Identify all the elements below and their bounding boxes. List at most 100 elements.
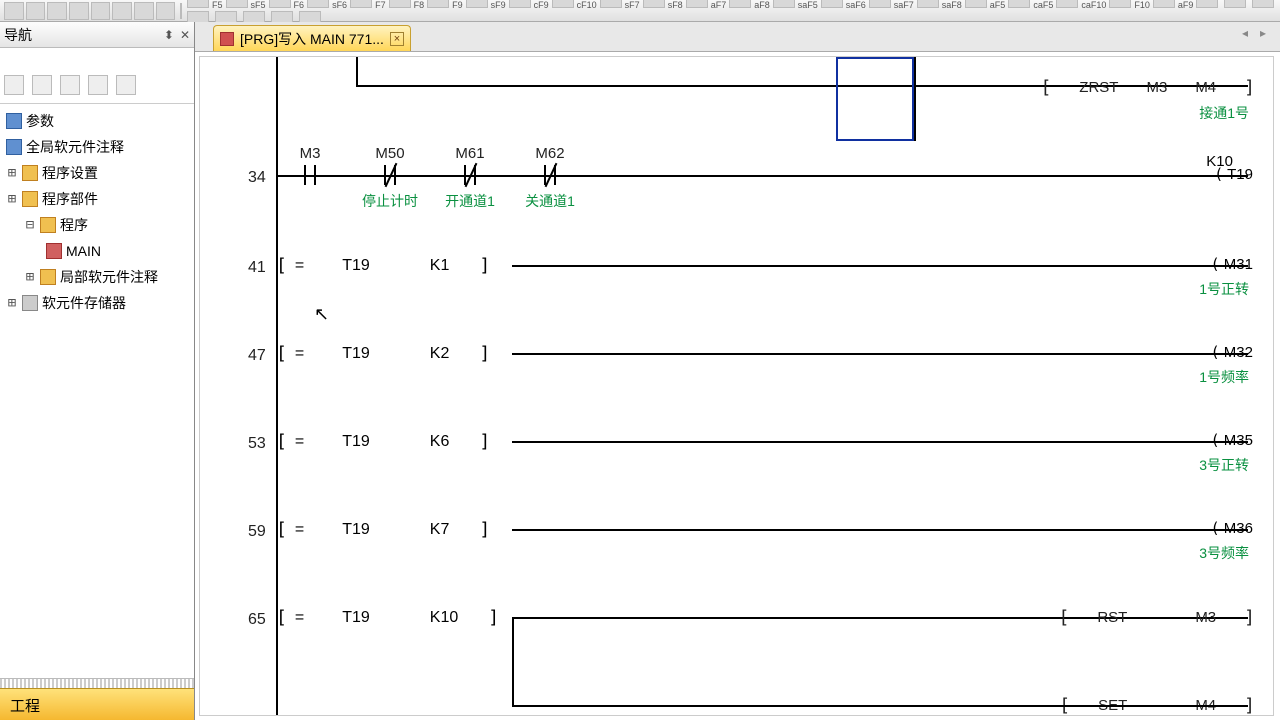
tab-next-icon[interactable]: ▸ [1260, 26, 1274, 40]
toolbar-button[interactable] [91, 2, 111, 20]
tree-label: 全局软元件注释 [26, 134, 124, 160]
program-icon [220, 32, 234, 46]
fkey-button[interactable] [1056, 0, 1078, 8]
output-coil[interactable]: ( M31 [1211, 255, 1253, 273]
comment-label: 停止计时 [355, 191, 425, 211]
resize-grip[interactable] [0, 678, 194, 688]
step-number: 65 [248, 611, 266, 629]
tree-item[interactable]: MAIN [2, 238, 192, 264]
toolbar-button[interactable] [26, 2, 46, 20]
fkey-button[interactable] [509, 0, 531, 8]
output-coil[interactable]: ( M35 [1211, 431, 1253, 449]
fkey-button[interactable] [1196, 0, 1218, 8]
fkey-button[interactable] [1224, 0, 1246, 8]
nav-tool-button[interactable] [116, 75, 136, 95]
toolbar-button[interactable] [134, 2, 154, 20]
expand-icon[interactable]: ⊞ [6, 290, 18, 316]
tree-item[interactable]: ⊟程序 [2, 212, 192, 238]
toolbar-button[interactable] [112, 2, 132, 20]
toolbar-button[interactable] [69, 2, 89, 20]
nav-tool-button[interactable] [32, 75, 52, 95]
fkey-button[interactable] [1153, 0, 1175, 8]
fkey-button[interactable] [686, 0, 708, 8]
editor-area: [PRG]写入 MAIN 771... × ◂ ▸ [ZRSTM3M4]接通1号… [195, 22, 1280, 720]
compare-instruction[interactable]: [=T19K6] [276, 431, 490, 452]
function-block[interactable]: [ZRSTM3M4] [1040, 77, 1255, 98]
tree-item[interactable]: ⊞软元件存储器 [2, 290, 192, 316]
fkey-button[interactable] [269, 0, 291, 8]
nc-contact[interactable]: M61开通道1 [460, 163, 480, 187]
fkey-button[interactable] [307, 0, 329, 8]
output-coil[interactable]: ( T19 [1214, 165, 1253, 183]
ladder-rung[interactable]: 65[=T19K10][RSTM3][SETM4] [200, 601, 1263, 711]
project-bar[interactable]: 工程 [0, 688, 194, 720]
ladder-rung[interactable]: 34M3M50停止计时M61开通道1M62关通道1K10( T19 [200, 159, 1263, 215]
fkey-button[interactable] [917, 0, 939, 8]
compare-instruction[interactable]: [=T19K2] [276, 343, 490, 364]
step-number: 47 [248, 347, 266, 365]
nc-contact[interactable]: M50停止计时 [380, 163, 400, 187]
fkey-button[interactable] [466, 0, 488, 8]
toolbar-button[interactable] [4, 2, 24, 20]
fkey-button[interactable] [821, 0, 843, 8]
close-icon[interactable]: ✕ [180, 28, 190, 42]
fkey-label: cF10 [577, 0, 597, 10]
ladder-rung[interactable]: 41[=T19K1]( M31 1号正转 [200, 249, 1263, 305]
compare-instruction[interactable]: [=T19K10] [276, 607, 499, 628]
comment-label: 3号频率 [1199, 543, 1249, 563]
fkey-button[interactable] [427, 0, 449, 8]
editor-tab[interactable]: [PRG]写入 MAIN 771... × [213, 25, 411, 51]
cursor-box [836, 57, 914, 141]
nav-tool-button[interactable] [4, 75, 24, 95]
project-tree[interactable]: 参数全局软元件注释⊞程序设置⊞程序部件⊟程序MAIN⊞局部软元件注释⊞软元件存储… [0, 104, 194, 678]
fkey-button[interactable] [773, 0, 795, 8]
tab-prev-icon[interactable]: ◂ [1242, 26, 1256, 40]
expand-icon[interactable]: ⊞ [24, 264, 36, 290]
fkey-button[interactable] [1252, 0, 1274, 8]
close-icon[interactable]: × [390, 32, 404, 46]
output-coil[interactable]: ( M36 [1211, 519, 1253, 537]
ladder-editor[interactable]: [ZRSTM3M4]接通1号34M3M50停止计时M61开通道1M62关通道1K… [199, 56, 1274, 716]
tree-item[interactable]: 参数 [2, 108, 192, 134]
tree-item[interactable]: ⊞局部软元件注释 [2, 264, 192, 290]
fkey-button[interactable] [1109, 0, 1131, 8]
fkey-button[interactable] [643, 0, 665, 8]
tree-item[interactable]: 全局软元件注释 [2, 134, 192, 160]
fkey-button[interactable] [552, 0, 574, 8]
function-block[interactable]: [RSTM3] [1058, 607, 1255, 628]
nav-tool-button[interactable] [60, 75, 80, 95]
fkey-label: sF9 [491, 0, 506, 10]
toolbar-button[interactable] [47, 2, 67, 20]
tree-item[interactable]: ⊞程序设置 [2, 160, 192, 186]
comment-label: 开通道1 [435, 191, 505, 211]
expand-icon[interactable]: ⊞ [6, 160, 18, 186]
expand-icon[interactable]: ⊟ [24, 212, 36, 238]
fkey-label: sF5 [251, 0, 266, 10]
ladder-rung[interactable]: [ZRSTM3M4]接通1号 [200, 57, 1263, 141]
step-number: 59 [248, 523, 266, 541]
fkey-button[interactable] [600, 0, 622, 8]
fkey-button[interactable] [226, 0, 248, 8]
fkey-button[interactable] [187, 0, 209, 8]
toolbar-button[interactable] [156, 2, 176, 20]
fkey-button[interactable] [729, 0, 751, 8]
no-contact[interactable]: M3 [300, 163, 320, 187]
output-coil[interactable]: ( M32 [1211, 343, 1253, 361]
fkey-button[interactable] [350, 0, 372, 8]
ladder-rung[interactable]: 53[=T19K6]( M35 3号正转 [200, 425, 1263, 481]
compare-instruction[interactable]: [=T19K1] [276, 255, 490, 276]
ladder-rung[interactable]: 47[=T19K2]( M32 1号频率 [200, 337, 1263, 393]
tree-item[interactable]: ⊞程序部件 [2, 186, 192, 212]
fkey-button[interactable] [389, 0, 411, 8]
nav-tool-button[interactable] [88, 75, 108, 95]
fkey-label: sF6 [332, 0, 347, 10]
tree-label: MAIN [66, 238, 101, 264]
expand-icon[interactable]: ⊞ [6, 186, 18, 212]
ladder-rung[interactable]: 59 [=T19K7] ( M36 3号频率 [200, 513, 1263, 569]
nc-contact[interactable]: M62关通道1 [540, 163, 560, 187]
pin-icon[interactable]: ⬍ [164, 28, 174, 42]
fkey-button[interactable] [869, 0, 891, 8]
fkey-button[interactable] [965, 0, 987, 8]
fkey-button[interactable] [1008, 0, 1030, 8]
compare-instruction[interactable]: [=T19K7] [276, 519, 490, 540]
